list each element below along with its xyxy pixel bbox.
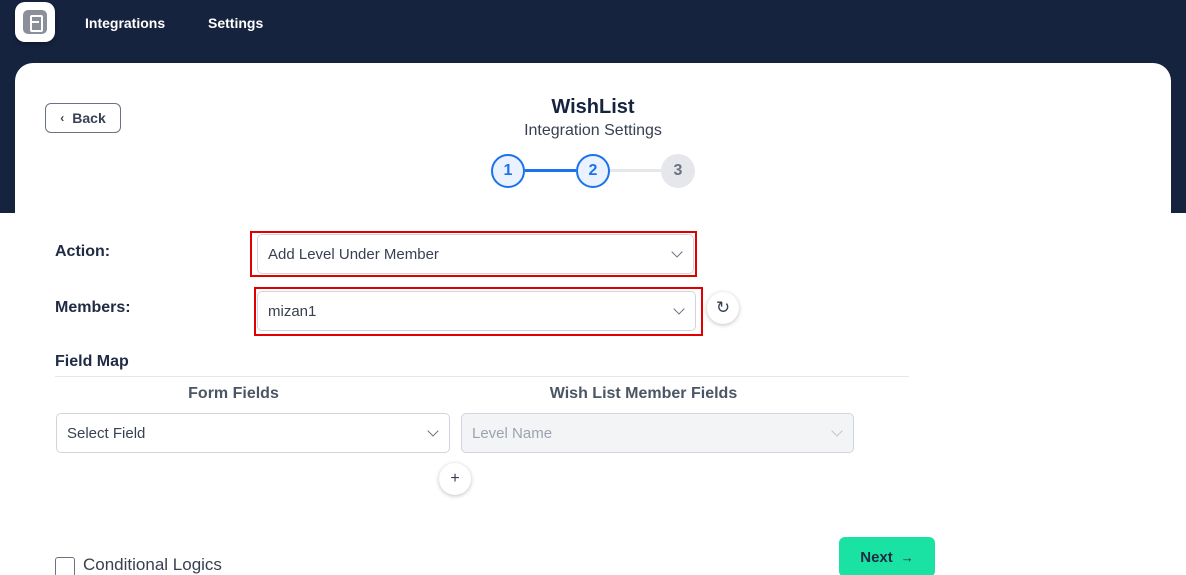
page-subtitle: Integration Settings [524, 122, 662, 139]
wishlist-field-select: Level Name [461, 413, 854, 453]
wishlist-field-select-value: Level Name [472, 424, 553, 442]
step-1: 1 [491, 154, 525, 188]
nav-settings-link[interactable]: Settings [208, 15, 263, 31]
page-title: WishList [551, 96, 635, 118]
form-field-select[interactable]: Select Field [56, 413, 450, 453]
action-highlight-box [250, 231, 697, 277]
field-map-title: Field Map [55, 353, 129, 370]
wishlist-fields-header: Wish List Member Fields [549, 385, 738, 402]
app-logo-icon [23, 10, 47, 34]
form-field-select-value: Select Field [67, 424, 146, 442]
form-fields-header: Form Fields [188, 385, 279, 402]
step-3: 3 [661, 154, 695, 188]
plus-icon: + [450, 470, 460, 487]
arrow-right-icon: → [900, 549, 914, 565]
step-connector-1 [525, 169, 576, 172]
next-button[interactable]: Next → [839, 537, 935, 575]
refresh-icon: ↻ [715, 298, 731, 317]
app-logo[interactable] [15, 2, 55, 42]
field-map-divider [55, 376, 909, 377]
add-field-map-button[interactable]: + [439, 463, 471, 495]
conditional-logics-checkbox[interactable] [55, 557, 75, 575]
next-button-label: Next [860, 548, 893, 566]
chevron-down-icon [427, 425, 439, 437]
members-highlight-box [254, 287, 703, 336]
chevron-down-icon [831, 425, 843, 437]
conditional-logics-label: Conditional Logics [83, 555, 222, 574]
action-label: Action: [55, 243, 111, 260]
nav-integrations-link[interactable]: Integrations [85, 15, 165, 31]
step-connector-2 [610, 169, 661, 172]
members-label: Members: [55, 299, 131, 316]
step-2: 2 [576, 154, 610, 188]
refresh-members-button[interactable]: ↻ [707, 292, 739, 324]
